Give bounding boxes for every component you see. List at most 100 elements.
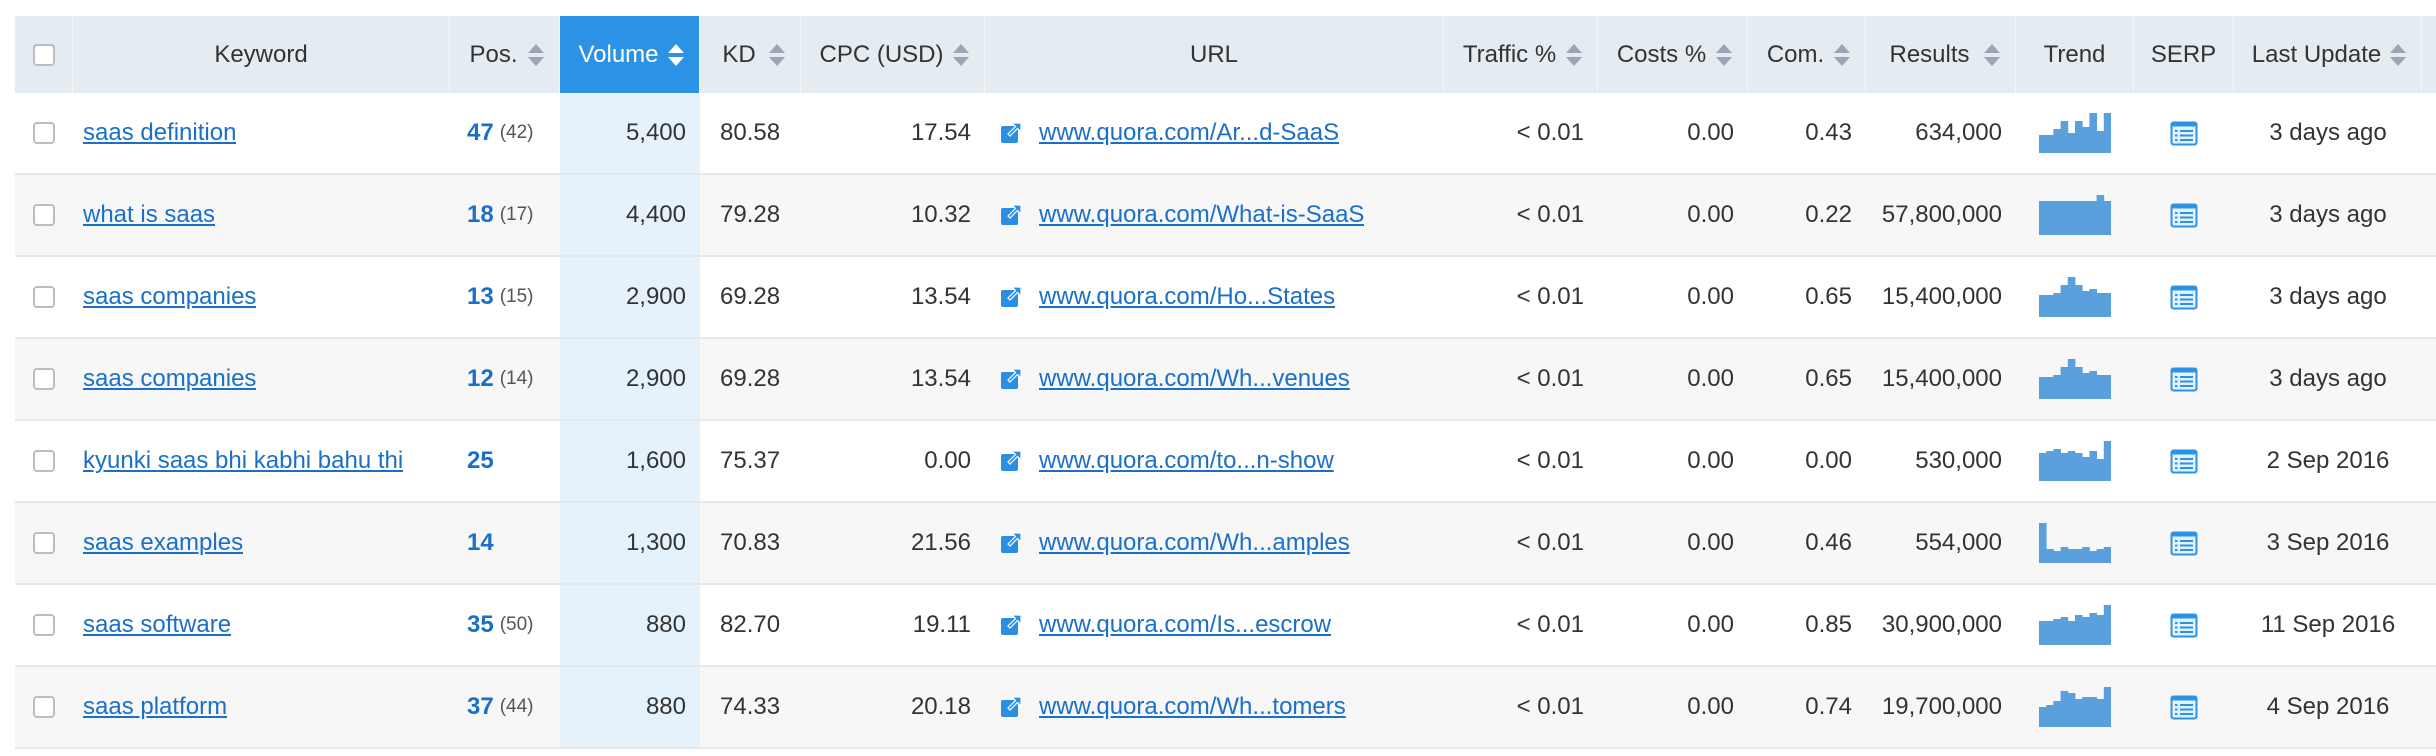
serp-icon[interactable] [2170, 119, 2198, 147]
trend-chart[interactable] [2039, 359, 2111, 399]
row-checkbox[interactable] [33, 532, 55, 554]
url-link[interactable]: www.quora.com/Wh...tomers [1039, 693, 1346, 721]
volume-value: 1,300 [560, 503, 700, 583]
row-checkbox[interactable] [33, 286, 55, 308]
url-link[interactable]: www.quora.com/What-is-SaaS [1039, 201, 1364, 229]
header-pos[interactable]: Pos. [450, 16, 560, 93]
previous-position-value: (17) [499, 204, 534, 225]
serp-icon[interactable] [2170, 611, 2198, 639]
keyword-link[interactable]: saas definition [83, 119, 236, 147]
keyword-link[interactable]: saas companies [83, 283, 256, 311]
external-link-icon[interactable] [999, 531, 1023, 555]
trend-bar [2096, 615, 2105, 645]
trend-chart[interactable] [2039, 441, 2111, 481]
serp-icon[interactable] [2170, 365, 2198, 393]
row-checkbox[interactable] [33, 614, 55, 636]
url-link[interactable]: www.quora.com/Wh...amples [1039, 529, 1350, 557]
sort-arrows-icon[interactable] [952, 43, 970, 67]
trend-chart[interactable] [2039, 195, 2111, 235]
position-value[interactable]: 18 [467, 201, 494, 229]
sort-arrows-icon[interactable] [1715, 43, 1733, 67]
keyword-link[interactable]: kyunki saas bhi kabhi bahu thi [83, 447, 403, 475]
external-link-icon[interactable] [999, 285, 1023, 309]
keyword-link[interactable]: what is saas [83, 201, 215, 229]
table-row: saas platform 37 (44) 880 74.33 20.18 www… [15, 667, 2436, 749]
keyword-cell: saas platform [73, 667, 450, 747]
trend-bar [2089, 201, 2097, 235]
sort-arrows-icon[interactable] [1833, 43, 1851, 67]
trend-chart[interactable] [2039, 687, 2111, 727]
position-value[interactable]: 47 [467, 119, 494, 147]
trend-chart[interactable] [2039, 277, 2111, 317]
serp-icon[interactable] [2170, 283, 2198, 311]
sort-arrows-icon[interactable] [1983, 43, 2001, 67]
trend-bar [2053, 619, 2061, 645]
header-costs-label: Costs % [1616, 40, 1707, 68]
serp-icon[interactable] [2170, 201, 2198, 229]
last-update-value: 3 days ago [2269, 119, 2387, 146]
serp-icon[interactable] [2170, 529, 2198, 557]
competition-value: 0.74 [1805, 693, 1852, 720]
position-value[interactable]: 12 [467, 365, 494, 393]
row-checkbox[interactable] [33, 450, 55, 472]
keyword-link[interactable]: saas companies [83, 365, 256, 393]
position-value[interactable]: 37 [467, 693, 494, 721]
url-link[interactable]: www.quora.com/Ar...d-SaaS [1039, 119, 1339, 147]
keyword-link[interactable]: saas platform [83, 693, 227, 721]
header-traffic[interactable]: Traffic % [1444, 16, 1598, 93]
external-link-icon[interactable] [999, 695, 1023, 719]
trend-chart[interactable] [2039, 113, 2111, 153]
header-volume[interactable]: Volume [560, 16, 700, 93]
keyword-link[interactable]: saas software [83, 611, 231, 639]
header-cpc[interactable]: CPC (USD) [801, 16, 985, 93]
header-keyword[interactable]: Keyword [73, 16, 450, 93]
header-kd[interactable]: KD [700, 16, 801, 93]
sort-arrows-icon[interactable] [667, 43, 685, 67]
trend-bar [2075, 453, 2083, 481]
sort-arrows-icon[interactable] [2389, 43, 2407, 67]
position-value[interactable]: 35 [467, 611, 494, 639]
url-link[interactable]: www.quora.com/Ho...States [1039, 283, 1335, 311]
keyword-link[interactable]: saas examples [83, 529, 243, 557]
row-checkbox[interactable] [33, 696, 55, 718]
header-select-all[interactable] [15, 16, 73, 93]
header-costs[interactable]: Costs % [1598, 16, 1748, 93]
last-update-value: 11 Sep 2016 [2260, 611, 2396, 638]
row-checkbox[interactable] [33, 368, 55, 390]
external-link-icon[interactable] [999, 613, 1023, 637]
position-value[interactable]: 14 [467, 529, 494, 557]
table-row: saas examples 14 1,300 70.83 21.56 www.q… [15, 503, 2436, 585]
position-value[interactable]: 25 [467, 447, 494, 475]
trend-bar [2103, 293, 2111, 317]
sort-arrows-icon[interactable] [768, 43, 786, 67]
trend-chart[interactable] [2039, 523, 2111, 563]
sort-arrows-icon[interactable] [1565, 43, 1583, 67]
trend-bar [2103, 687, 2111, 727]
serp-icon[interactable] [2170, 447, 2198, 475]
sort-arrows-icon[interactable] [527, 43, 545, 67]
trend-bar [2053, 375, 2061, 399]
header-results[interactable]: Results [1866, 16, 2016, 93]
serp-icon[interactable] [2170, 693, 2198, 721]
header-com[interactable]: Com. [1748, 16, 1866, 93]
trend-chart[interactable] [2039, 605, 2111, 645]
trend-bar [2089, 551, 2097, 563]
select-all-checkbox[interactable] [32, 43, 55, 66]
cpc-value: 13.54 [910, 365, 971, 392]
row-checkbox[interactable] [33, 122, 55, 144]
trend-bar [2039, 523, 2047, 563]
url-link[interactable]: www.quora.com/Wh...venues [1039, 365, 1350, 393]
keyword-cell: saas examples [73, 503, 450, 583]
url-link[interactable]: www.quora.com/Is...escrow [1039, 611, 1331, 639]
volume-value: 5,400 [560, 93, 700, 173]
external-link-icon[interactable] [999, 367, 1023, 391]
url-link[interactable]: www.quora.com/to...n-show [1039, 447, 1334, 475]
position-value[interactable]: 13 [467, 283, 494, 311]
row-checkbox[interactable] [33, 204, 55, 226]
external-link-icon[interactable] [999, 203, 1023, 227]
header-last-update[interactable]: Last Update [2234, 16, 2422, 93]
external-link-icon[interactable] [999, 449, 1023, 473]
external-link-icon[interactable] [999, 121, 1023, 145]
competition-value: 0.22 [1805, 201, 1852, 228]
header-url[interactable]: URL [985, 16, 1444, 93]
